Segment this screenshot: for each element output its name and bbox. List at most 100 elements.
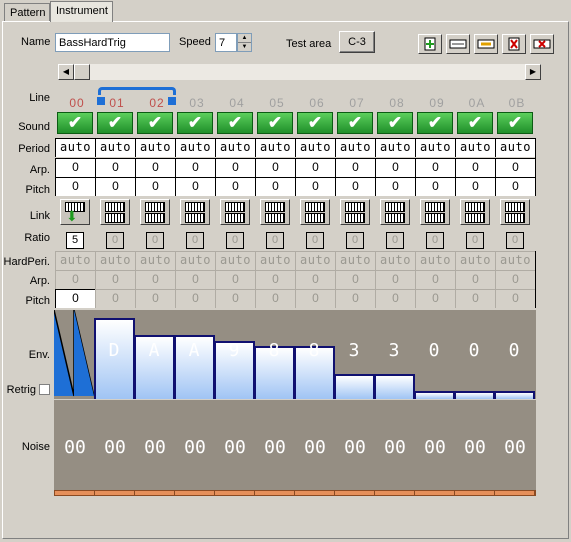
link-button[interactable]	[420, 199, 450, 225]
scroll-right-icon[interactable]: ▶	[525, 64, 541, 80]
period-cell[interactable]: auto	[495, 138, 535, 157]
hard-arp-cell[interactable]: 0	[55, 270, 95, 289]
ratio-cell[interactable]: 0	[186, 232, 204, 249]
hard-pitch-cell[interactable]: 0	[375, 289, 415, 308]
hard-pitch-cell[interactable]: 0	[55, 289, 95, 308]
hard-period-cell[interactable]: auto	[495, 251, 535, 270]
envelope-bar[interactable]	[334, 374, 375, 399]
hard-period-cell[interactable]: auto	[95, 251, 135, 270]
ratio-cell[interactable]: 0	[426, 232, 444, 249]
link-button[interactable]	[340, 199, 370, 225]
hard-period-cell[interactable]: auto	[135, 251, 175, 270]
clear-column-icon[interactable]	[530, 34, 554, 54]
sound-checkbox[interactable]: ✔	[257, 112, 293, 134]
hard-arp-cell[interactable]: 0	[495, 270, 535, 289]
sound-checkbox[interactable]: ✔	[497, 112, 533, 134]
loop-marker[interactable]	[98, 87, 176, 95]
ratio-cell[interactable]: 5	[66, 232, 84, 249]
period-cell[interactable]: auto	[135, 138, 175, 157]
hard-arp-cell[interactable]: 0	[295, 270, 335, 289]
copy-column-icon[interactable]	[474, 34, 498, 54]
sound-checkbox[interactable]: ✔	[97, 112, 133, 134]
scroll-left-icon[interactable]: ◀	[58, 64, 74, 80]
arp-cell[interactable]: 0	[495, 158, 535, 177]
hard-pitch-cell[interactable]: 0	[135, 289, 175, 308]
envelope-bar[interactable]	[494, 391, 535, 399]
hard-pitch-cell[interactable]: 0	[295, 289, 335, 308]
tab-instrument[interactable]: Instrument	[50, 1, 113, 22]
pitch-cell[interactable]: 0	[175, 177, 215, 196]
ratio-cell[interactable]: 0	[306, 232, 324, 249]
hard-period-cell[interactable]: auto	[455, 251, 495, 270]
link-button[interactable]	[180, 199, 210, 225]
hard-pitch-cell[interactable]: 0	[175, 289, 215, 308]
insert-column-icon[interactable]	[418, 34, 442, 54]
ratio-cell[interactable]: 0	[346, 232, 364, 249]
hard-period-cell[interactable]: auto	[175, 251, 215, 270]
ratio-cell[interactable]: 0	[466, 232, 484, 249]
test-note-button[interactable]: C-3	[339, 31, 375, 53]
period-cell[interactable]: auto	[375, 138, 415, 157]
period-cell[interactable]: auto	[95, 138, 135, 157]
arp-cell[interactable]: 0	[295, 158, 335, 177]
period-cell[interactable]: auto	[175, 138, 215, 157]
sound-checkbox[interactable]: ✔	[297, 112, 333, 134]
pitch-cell[interactable]: 0	[215, 177, 255, 196]
hard-arp-cell[interactable]: 0	[455, 270, 495, 289]
sound-checkbox[interactable]: ✔	[177, 112, 213, 134]
link-button[interactable]	[460, 199, 490, 225]
ratio-cell[interactable]: 0	[106, 232, 124, 249]
hard-period-cell[interactable]: auto	[415, 251, 455, 270]
sound-checkbox[interactable]: ✔	[57, 112, 93, 134]
period-cell[interactable]: auto	[55, 138, 95, 157]
link-button[interactable]: ⬇	[60, 199, 90, 225]
period-cell[interactable]: auto	[335, 138, 375, 157]
speed-spinner[interactable]: ▲ ▼	[237, 33, 252, 52]
pitch-cell[interactable]: 0	[495, 177, 535, 196]
hard-pitch-cell[interactable]: 0	[215, 289, 255, 308]
sound-checkbox[interactable]: ✔	[337, 112, 373, 134]
tab-pattern[interactable]: Pattern	[4, 3, 50, 22]
arp-cell[interactable]: 0	[455, 158, 495, 177]
hard-period-cell[interactable]: auto	[215, 251, 255, 270]
spin-up-icon[interactable]: ▲	[238, 34, 251, 43]
pitch-cell[interactable]: 0	[95, 177, 135, 196]
arp-cell[interactable]: 0	[215, 158, 255, 177]
sound-checkbox[interactable]: ✔	[137, 112, 173, 134]
horizontal-scrollbar[interactable]: ◀ ▶	[58, 64, 541, 80]
spin-down-icon[interactable]: ▼	[238, 43, 251, 52]
hard-arp-cell[interactable]: 0	[215, 270, 255, 289]
pitch-cell[interactable]: 0	[455, 177, 495, 196]
arp-cell[interactable]: 0	[95, 158, 135, 177]
hard-arp-cell[interactable]: 0	[255, 270, 295, 289]
hard-arp-cell[interactable]: 0	[175, 270, 215, 289]
sound-checkbox[interactable]: ✔	[417, 112, 453, 134]
hard-arp-cell[interactable]: 0	[375, 270, 415, 289]
link-button[interactable]	[300, 199, 330, 225]
speed-field[interactable]	[215, 33, 237, 52]
arp-cell[interactable]: 0	[415, 158, 455, 177]
pitch-cell[interactable]: 0	[55, 177, 95, 196]
period-cell[interactable]: auto	[215, 138, 255, 157]
pitch-cell[interactable]: 0	[415, 177, 455, 196]
hard-pitch-cell[interactable]: 0	[255, 289, 295, 308]
delete-column-icon[interactable]	[502, 34, 526, 54]
hard-pitch-cell[interactable]: 0	[335, 289, 375, 308]
link-button[interactable]	[220, 199, 250, 225]
hard-pitch-cell[interactable]: 0	[415, 289, 455, 308]
arp-cell[interactable]: 0	[375, 158, 415, 177]
envelope-bar[interactable]	[374, 374, 415, 399]
ratio-cell[interactable]: 0	[266, 232, 284, 249]
arp-cell[interactable]: 0	[55, 158, 95, 177]
sound-checkbox[interactable]: ✔	[457, 112, 493, 134]
hard-pitch-cell[interactable]: 0	[495, 289, 535, 308]
hard-period-cell[interactable]: auto	[255, 251, 295, 270]
pitch-cell[interactable]: 0	[135, 177, 175, 196]
period-cell[interactable]: auto	[455, 138, 495, 157]
link-button[interactable]	[380, 199, 410, 225]
arp-cell[interactable]: 0	[335, 158, 375, 177]
period-cell[interactable]: auto	[255, 138, 295, 157]
link-button[interactable]	[260, 199, 290, 225]
ratio-cell[interactable]: 0	[506, 232, 524, 249]
duplicate-column-icon[interactable]	[446, 34, 470, 54]
